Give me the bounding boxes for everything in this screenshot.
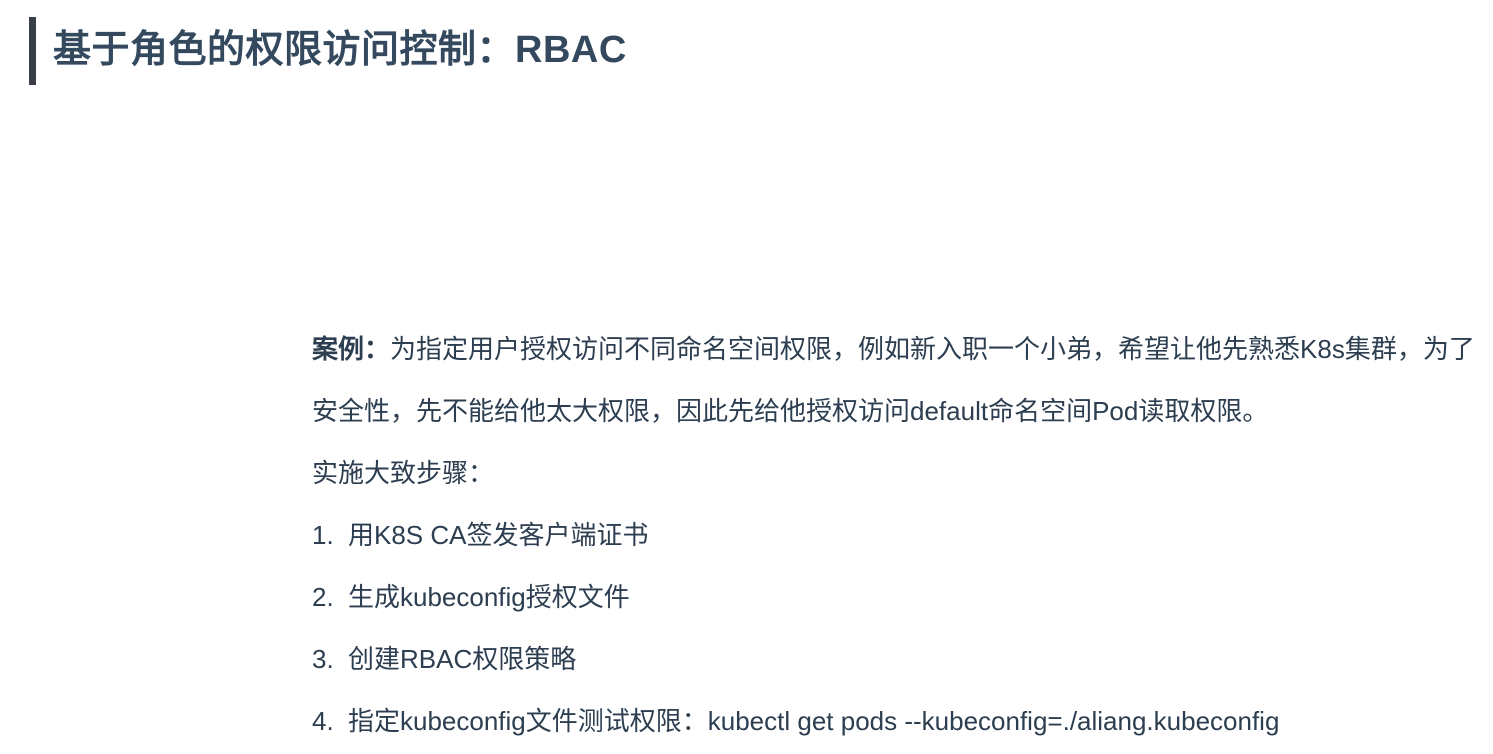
step-text: 创建RBAC权限策略 — [348, 644, 577, 674]
title-accent-bar — [29, 17, 36, 85]
case-label: 案例： — [312, 334, 391, 364]
step-number: 4. — [312, 706, 334, 736]
step-text: 用K8S CA签发客户端证书 — [348, 520, 649, 550]
case-text-line1: 为指定用户授权访问不同命名空间权限，例如新入职一个小弟，希望让他先熟悉K8s集群… — [390, 334, 1475, 364]
case-paragraph-line1: 案例：为指定用户授权访问不同命名空间权限，例如新入职一个小弟，希望让他先熟悉K8… — [312, 318, 1482, 380]
step-item-1: 1. 用K8S CA签发客户端证书 — [312, 504, 1482, 566]
page-title: 基于角色的权限访问控制：RBAC — [53, 29, 627, 71]
step-item-2: 2. 生成kubeconfig授权文件 — [312, 566, 1482, 628]
step-number: 2. — [312, 582, 334, 612]
case-paragraph-line2: 安全性，先不能给他太大权限，因此先给他授权访问default命名空间Pod读取权… — [312, 380, 1482, 442]
case-text-line2: 安全性，先不能给他太大权限，因此先给他授权访问default命名空间Pod读取权… — [312, 396, 1269, 426]
content-body: 案例：为指定用户授权访问不同命名空间权限，例如新入职一个小弟，希望让他先熟悉K8… — [312, 318, 1482, 752]
step-item-4: 4. 指定kubeconfig文件测试权限：kubectl get pods --… — [312, 690, 1482, 752]
step-number: 3. — [312, 644, 334, 674]
step-text: 指定kubeconfig文件测试权限：kubectl get pods --ku… — [348, 706, 1280, 736]
step-number: 1. — [312, 520, 334, 550]
steps-list: 1. 用K8S CA签发客户端证书 2. 生成kubeconfig授权文件 3. 创建… — [312, 504, 1482, 752]
step-item-3: 3. 创建RBAC权限策略 — [312, 628, 1482, 690]
steps-intro: 实施大致步骤： — [312, 458, 495, 488]
step-text: 生成kubeconfig授权文件 — [348, 582, 630, 612]
